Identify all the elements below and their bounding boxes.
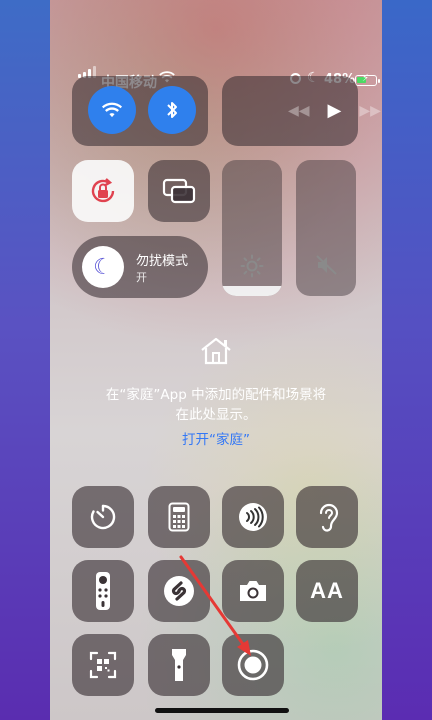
fast-forward-icon[interactable]: ▶▶ [359, 103, 381, 119]
wifi-icon [101, 102, 123, 118]
text-size-button[interactable]: AA [296, 560, 358, 622]
home-message-line-1: 在“家庭”App 中添加的配件和场景将 [105, 387, 327, 403]
screen-mirroring-button[interactable] [148, 160, 210, 222]
orientation-lock-toggle[interactable] [72, 160, 134, 222]
flashlight-button[interactable] [148, 634, 210, 696]
home-empty-message: 在“家庭”App 中添加的配件和场景将 在此处显示。 [78, 385, 354, 425]
calculator-icon [168, 502, 190, 532]
bluetooth-toggle[interactable] [148, 86, 196, 134]
orientation-lock-icon [91, 178, 115, 203]
shazam-button[interactable] [148, 560, 210, 622]
media-controls: ◀◀ ▶ ▶▶ [288, 100, 381, 121]
brightness-icon [240, 254, 264, 278]
brightness-slider[interactable] [222, 160, 282, 296]
shazam-icon [164, 576, 194, 606]
flashlight-icon [172, 649, 186, 681]
focus-mode-title: 勿扰模式 [136, 254, 189, 269]
hearing-button[interactable] [296, 486, 358, 548]
screen-recording-icon [237, 649, 269, 681]
camera-icon [240, 581, 266, 601]
apple-tv-remote-button[interactable] [72, 560, 134, 622]
screen-mirroring-icon [162, 178, 196, 204]
brightness-level [222, 286, 282, 296]
remote-icon [96, 572, 110, 610]
bluetooth-icon [167, 102, 177, 118]
hearing-icon [319, 503, 339, 532]
timer-button[interactable] [72, 486, 134, 548]
camera-button[interactable] [222, 560, 284, 622]
screen-recording-button[interactable] [222, 634, 284, 696]
volume-slider[interactable] [296, 160, 356, 296]
left-background-panel [0, 0, 50, 720]
qr-scanner-button[interactable] [72, 634, 134, 696]
rewind-icon[interactable]: ◀◀ [288, 103, 310, 119]
home-indicator[interactable] [155, 708, 289, 713]
speaker-mute-icon [316, 255, 337, 275]
wifi-toggle[interactable] [88, 86, 136, 134]
play-icon[interactable]: ▶ [328, 100, 342, 121]
qr-scanner-icon [89, 651, 117, 679]
calculator-button[interactable] [148, 486, 210, 548]
focus-mode-status: 开 [136, 271, 147, 284]
home-message-line-2: 在此处显示。 [175, 407, 257, 423]
timer-icon [90, 504, 116, 530]
open-home-link[interactable]: 打开“家庭” [78, 428, 354, 448]
nfc-icon [239, 503, 267, 531]
moon-icon-container: ☾ [82, 246, 124, 288]
battery-icon: ⚡ [355, 73, 380, 86]
moon-icon: ☾ [93, 254, 113, 280]
focus-mode-button[interactable]: ☾ 勿扰模式 开 [72, 236, 208, 298]
text-size-icon: AA [310, 578, 344, 603]
right-background-panel [382, 0, 432, 720]
nfc-button[interactable] [222, 486, 284, 548]
control-center: 中国移动 ☾ 48% ⚡ ◀◀ ▶ ▶▶ [50, 0, 382, 720]
home-icon [201, 337, 231, 365]
